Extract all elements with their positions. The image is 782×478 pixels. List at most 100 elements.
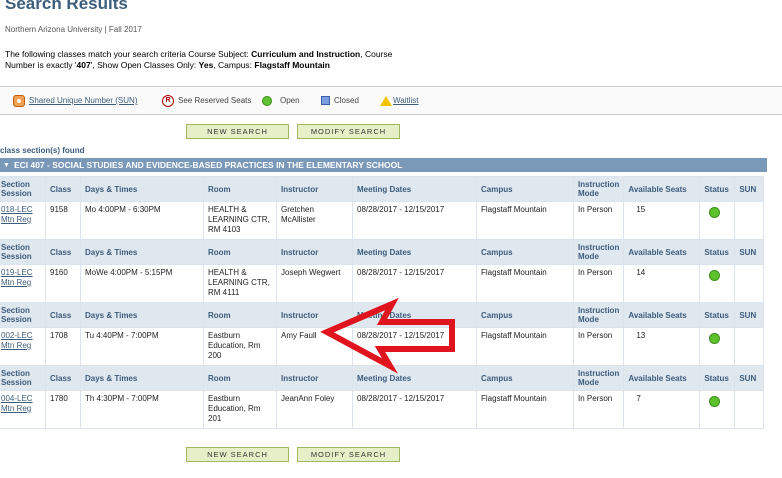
class-number-cell: 1708 — [45, 327, 81, 366]
search-criteria: The following classes match your search … — [5, 49, 405, 71]
col-meeting-dates-header: Meeting Dates — [352, 176, 477, 202]
col-room-header: Room — [203, 239, 277, 265]
course-header[interactable]: ▼ ECI 407 - SOCIAL STUDIES AND EVIDENCE-… — [0, 158, 767, 172]
class-number-cell: 9160 — [45, 264, 81, 303]
available-seats-cell: 15 — [623, 201, 701, 240]
legend-bar: Shared Unique Number (SUN) R See Reserve… — [0, 86, 782, 115]
section-cell[interactable]: 018-LEC Mtn Reg — [0, 201, 46, 240]
col-class-header: Class — [45, 365, 81, 391]
room-cell: HEALTH & LEARNING CTR, RM 4111 — [203, 264, 277, 303]
criteria-text: The following classes match your search … — [5, 49, 252, 59]
legend-waitlist[interactable]: Waitlist — [380, 87, 418, 114]
col-campus-header: Campus — [476, 365, 574, 391]
days-times-cell: Mo 4:00PM - 6:30PM — [80, 201, 204, 240]
campus-cell: Flagstaff Mountain — [476, 264, 574, 303]
col-class-header: Class — [45, 239, 81, 265]
legend-reserved-label: See Reserved Seats — [178, 96, 252, 105]
sun-icon — [13, 94, 25, 107]
section-link[interactable]: 018-LEC — [1, 205, 33, 214]
class-number-cell: 9158 — [45, 201, 81, 240]
sections-table: Section Session Class Days & Times Room Inst… — [0, 176, 765, 429]
section-link[interactable]: 002-LEC — [1, 331, 33, 340]
modify-search-button-bottom[interactable]: Modify Search — [297, 447, 400, 462]
col-section-header: Section Session — [0, 239, 46, 265]
status-cell — [699, 327, 736, 366]
col-days-times-header: Days & Times — [80, 176, 204, 202]
col-instruction-mode-header: Instruction Mode — [572, 365, 625, 391]
campus-cell: Flagstaff Mountain — [476, 327, 574, 366]
col-sun-header: SUN — [734, 302, 765, 328]
criteria-text: ', Show Open Classes Only: — [90, 60, 199, 70]
session-link[interactable]: Mtn Reg — [1, 215, 31, 224]
session-link[interactable]: Mtn Reg — [1, 404, 31, 413]
criteria-subject: Curriculum and Instruction — [251, 49, 361, 59]
instructor-cell: Amy Faull — [276, 327, 353, 366]
table-header-row: Section Session Class Days & Times Room Inst… — [0, 365, 765, 391]
col-status-header: Status — [699, 239, 736, 265]
legend-waitlist-label[interactable]: Waitlist — [393, 96, 418, 105]
col-sun-header: SUN — [734, 176, 765, 202]
modify-search-button[interactable]: Modify Search — [297, 124, 400, 139]
room-cell: Eastburn Education, Rm 201 — [203, 390, 277, 429]
course-title: ECI 407 - SOCIAL STUDIES AND EVIDENCE-BA… — [13, 160, 403, 170]
table-header-row: Section Session Class Days & Times Room Inst… — [0, 302, 765, 328]
col-status-header: Status — [699, 302, 736, 328]
collapse-triangle-icon[interactable]: ▼ — [3, 162, 10, 169]
open-status-icon — [709, 333, 721, 344]
status-cell — [699, 390, 736, 429]
col-sun-header: SUN — [734, 239, 765, 265]
criteria-open: Yes — [198, 60, 214, 70]
col-status-header: Status — [699, 365, 736, 391]
meeting-dates-cell: 08/28/2017 - 12/15/2017 — [352, 264, 477, 303]
col-instructor-header: Instructor — [276, 302, 353, 328]
col-instructor-header: Instructor — [276, 365, 353, 391]
open-status-icon — [262, 95, 272, 106]
col-section-header: Section Session — [0, 302, 46, 328]
col-instruction-mode-header: Instruction Mode — [572, 239, 625, 265]
instruction-mode-cell: In Person — [572, 327, 625, 366]
legend-closed: Closed — [321, 87, 359, 114]
col-meeting-dates-header: Meeting Dates — [352, 365, 477, 391]
col-campus-header: Campus — [476, 239, 574, 265]
table-row: 002-LEC Mtn Reg 1708 Tu 4:40PM - 7:00PM East… — [0, 327, 765, 366]
closed-status-icon — [321, 96, 330, 105]
section-cell[interactable]: 004-LEC Mtn Reg — [0, 390, 46, 429]
session-link[interactable]: Mtn Reg — [1, 278, 31, 287]
col-section-header: Section Session — [0, 365, 46, 391]
new-search-button[interactable]: New Search — [186, 124, 289, 139]
table-header-row: Section Session Class Days & Times Room Inst… — [0, 239, 765, 265]
session-link[interactable]: Mtn Reg — [1, 341, 31, 350]
col-class-header: Class — [45, 176, 81, 202]
available-seats-cell: 7 — [623, 390, 701, 429]
col-campus-header: Campus — [476, 176, 574, 202]
status-cell — [699, 201, 736, 240]
section-cell[interactable]: 019-LEC Mtn Reg — [0, 264, 46, 303]
col-days-times-header: Days & Times — [80, 365, 204, 391]
days-times-cell: Th 4:30PM - 7:00PM — [80, 390, 204, 429]
table-row: 004-LEC Mtn Reg 1780 Th 4:30PM - 7:00PM East… — [0, 390, 765, 429]
col-room-header: Room — [203, 365, 277, 391]
col-section-header: Section Session — [0, 176, 46, 202]
legend-sun-label[interactable]: Shared Unique Number (SUN) — [29, 96, 138, 105]
sun-cell — [734, 201, 765, 240]
col-available-seats-header: Available Seats — [623, 176, 701, 202]
waitlist-icon — [380, 95, 392, 106]
instruction-mode-cell: In Person — [572, 201, 625, 240]
sun-cell — [734, 264, 765, 303]
days-times-cell: MoWe 4:00PM - 5:15PM — [80, 264, 204, 303]
new-search-button-bottom[interactable]: New Search — [186, 447, 289, 462]
legend-open-label: Open — [280, 96, 300, 105]
table-header-row: Section Session Class Days & Times Room Inst… — [0, 176, 765, 202]
criteria-text: , Campus: — [213, 60, 255, 70]
table-row: 019-LEC Mtn Reg 9160 MoWe 4:00PM - 5:15PM HE… — [0, 264, 765, 303]
open-status-icon — [709, 207, 721, 218]
page-subtitle: Northern Arizona University | Fall 2017 — [5, 25, 142, 34]
legend-sun[interactable]: Shared Unique Number (SUN) — [13, 87, 138, 114]
section-link[interactable]: 004-LEC — [1, 394, 33, 403]
col-instructor-header: Instructor — [276, 239, 353, 265]
class-number-cell: 1780 — [45, 390, 81, 429]
col-class-header: Class — [45, 302, 81, 328]
available-seats-cell: 14 — [623, 264, 701, 303]
section-link[interactable]: 019-LEC — [1, 268, 33, 277]
section-cell[interactable]: 002-LEC Mtn Reg — [0, 327, 46, 366]
